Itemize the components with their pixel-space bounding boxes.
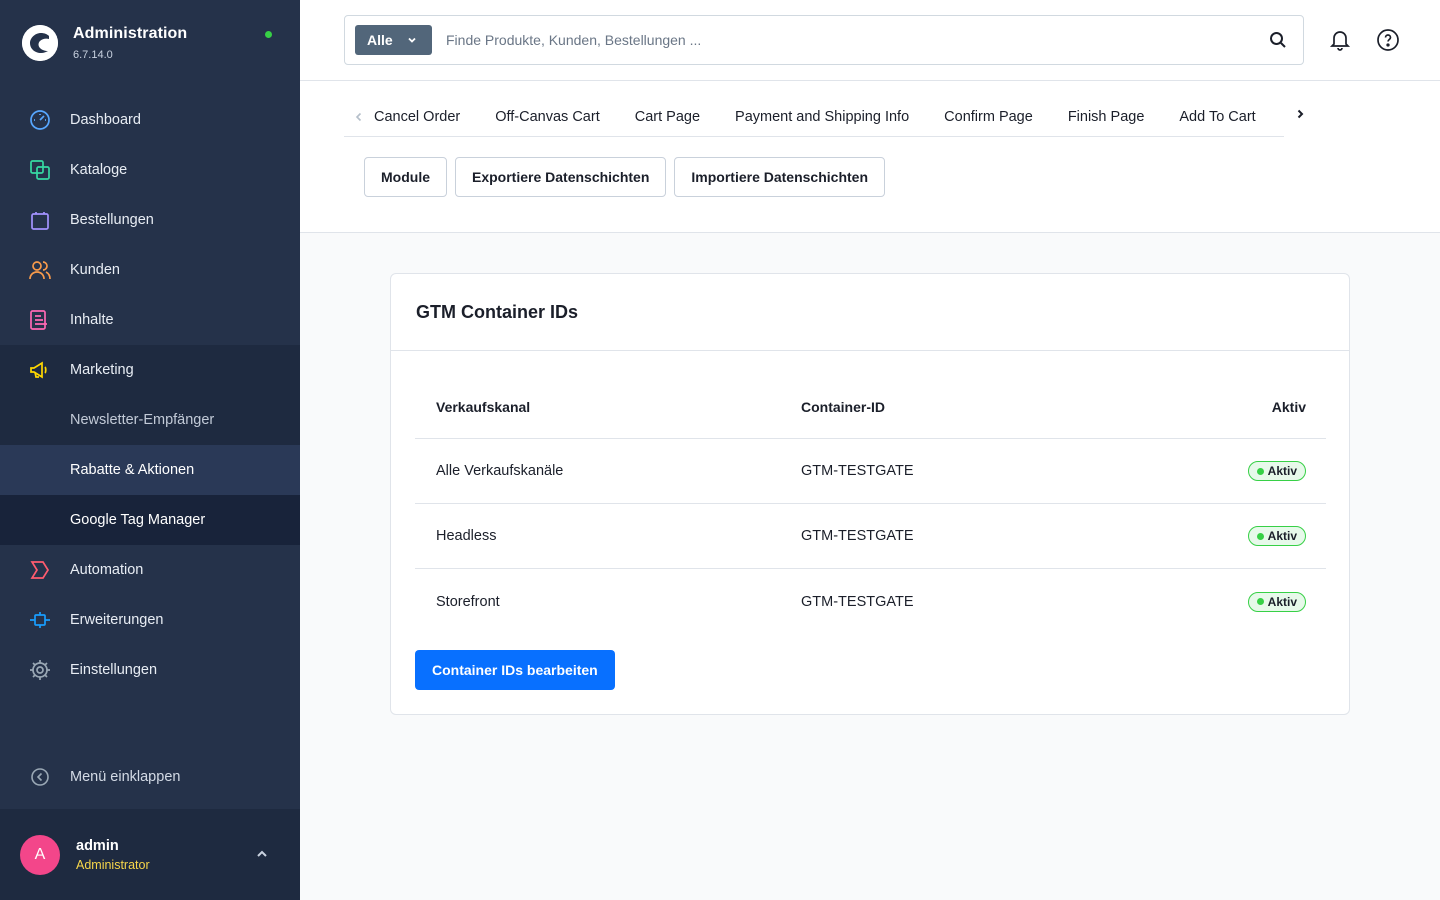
nav-item-kataloge[interactable]: Kataloge xyxy=(0,145,300,195)
megaphone-icon xyxy=(28,358,52,382)
shopping-bag-icon xyxy=(28,208,52,232)
nav-sub-rabatte[interactable]: Rabatte & Aktionen xyxy=(0,445,300,495)
table-header: Verkaufskanal Container-ID Aktiv xyxy=(415,375,1326,439)
card-title: GTM Container IDs xyxy=(391,274,1349,351)
tab-cart-page[interactable]: Cart Page xyxy=(635,109,700,125)
tab-off-canvas-cart[interactable]: Off-Canvas Cart xyxy=(495,109,600,125)
status-label: Aktiv xyxy=(1267,529,1297,543)
status-label: Aktiv xyxy=(1267,464,1297,478)
chevron-up-icon[interactable] xyxy=(255,847,269,866)
status-badge: Aktiv xyxy=(1247,526,1306,546)
modules-button[interactable]: Module xyxy=(364,157,447,197)
column-header-active: Aktiv xyxy=(1271,398,1306,415)
container-id-cell: GTM-TESTGATE xyxy=(801,593,914,610)
nav-item-kunden[interactable]: Kunden xyxy=(0,245,300,295)
collapse-menu-label: Menü einklappen xyxy=(70,768,181,785)
dashboard-icon xyxy=(28,108,52,132)
nav-label: Inhalte xyxy=(70,312,114,328)
gtm-container-card: GTM Container IDs Verkaufskanal Containe… xyxy=(390,273,1350,715)
search-type-label: Alle xyxy=(367,32,393,48)
action-buttons: Module Exportiere Datenschichten Importi… xyxy=(364,157,893,197)
nav-label: Kunden xyxy=(70,262,120,278)
user-menu[interactable]: A admin Administrator xyxy=(0,809,300,900)
export-datalayers-button[interactable]: Exportiere Datenschichten xyxy=(455,157,667,197)
chevron-right-icon[interactable] xyxy=(1290,108,1310,120)
column-header-container-id: Container-ID xyxy=(801,398,885,415)
nav-label: Marketing xyxy=(70,362,134,378)
nav-label: Kataloge xyxy=(70,162,128,178)
tab-confirm-page[interactable]: Confirm Page xyxy=(944,109,1033,125)
status-dot xyxy=(1256,467,1264,475)
bell-icon[interactable] xyxy=(1328,28,1352,52)
tab-bar: Cancel Order Off-Canvas Cart Cart Page P… xyxy=(344,97,1304,137)
container-id-cell: GTM-TESTGATE xyxy=(801,463,914,479)
sidebar: Administration 6.7.14.0 Dashboard Katalo… xyxy=(0,0,300,900)
plug-icon xyxy=(28,608,52,632)
chevron-down-icon xyxy=(407,35,417,45)
tab-payment-shipping-info[interactable]: Payment and Shipping Info xyxy=(735,109,909,125)
channel-cell: Headless xyxy=(436,528,497,544)
tab-add-to-cart[interactable]: Add To Cart xyxy=(1179,109,1255,125)
table-row: Alle Verkaufskanäle GTM-TESTGATE Aktiv xyxy=(415,439,1326,504)
edit-container-ids-button[interactable]: Container IDs bearbeiten xyxy=(415,650,615,690)
nav-item-automation[interactable]: Automation xyxy=(0,545,300,595)
catalog-icon xyxy=(28,158,52,182)
channel-cell: Storefront xyxy=(436,593,500,610)
nav-label: Einstellungen xyxy=(70,662,158,678)
gear-icon xyxy=(28,658,52,682)
channel-cell: Alle Verkaufskanäle xyxy=(436,463,564,479)
top-bar: Alle xyxy=(300,0,1440,81)
container-table: Verkaufskanal Container-ID Aktiv Alle Ve… xyxy=(415,375,1326,634)
content-icon xyxy=(28,308,52,332)
search-icon[interactable] xyxy=(1269,31,1287,49)
nav-item-bestellungen[interactable]: Bestellungen xyxy=(0,195,300,245)
nav-sub-newsletter[interactable]: Newsletter-Empfänger xyxy=(0,395,300,445)
nav-item-inhalte[interactable]: Inhalte xyxy=(0,295,300,345)
nav-label: Bestellungen xyxy=(70,212,154,228)
nav-sub-google-tag-manager[interactable]: Google Tag Manager xyxy=(0,495,300,545)
nav-item-erweiterungen[interactable]: Erweiterungen xyxy=(0,595,300,645)
brand: Administration 6.7.14.0 xyxy=(0,0,300,85)
app-title: Administration xyxy=(73,24,188,42)
automation-icon xyxy=(28,558,52,582)
import-datalayers-button[interactable]: Importiere Datenschichten xyxy=(674,157,885,197)
shopware-logo-icon[interactable] xyxy=(22,24,58,61)
users-icon xyxy=(28,258,52,282)
status-dot xyxy=(1256,532,1264,540)
page-header: Cancel Order Off-Canvas Cart Cart Page P… xyxy=(300,81,1440,233)
sidebar-scroll-fade xyxy=(28,735,268,743)
nav-item-marketing[interactable]: Marketing xyxy=(0,345,300,395)
chevron-left-circle-icon xyxy=(30,767,50,787)
tab-cancel-order[interactable]: Cancel Order xyxy=(374,109,460,125)
status-indicator xyxy=(265,31,272,38)
chevron-left-icon[interactable] xyxy=(344,111,374,123)
collapse-menu-button[interactable]: Menü einklappen xyxy=(0,751,300,801)
nav-item-dashboard[interactable]: Dashboard xyxy=(0,95,300,145)
search-input[interactable] xyxy=(446,32,1226,48)
tab-finish-page[interactable]: Finish Page xyxy=(1068,109,1145,125)
avatar: A xyxy=(20,834,60,875)
nav-item-einstellungen[interactable]: Einstellungen xyxy=(0,645,300,695)
table-row: Storefront GTM-TESTGATE Aktiv xyxy=(415,569,1326,634)
table-row: Headless GTM-TESTGATE Aktiv xyxy=(415,504,1326,569)
status-label: Aktiv xyxy=(1267,594,1297,609)
global-search: Alle xyxy=(344,15,1304,65)
column-header-channel: Verkaufskanal xyxy=(436,398,531,415)
container-id-cell: GTM-TESTGATE xyxy=(801,528,914,544)
search-type-select[interactable]: Alle xyxy=(355,25,432,55)
app-version: 6.7.14.0 xyxy=(73,48,113,61)
help-icon[interactable] xyxy=(1376,28,1400,52)
main-navigation: Dashboard Kataloge Bestellungen Kunden I… xyxy=(0,95,300,695)
nav-label: Erweiterungen xyxy=(70,612,164,628)
status-badge: Aktiv xyxy=(1247,591,1306,612)
user-role: Administrator xyxy=(76,857,150,872)
status-badge: Aktiv xyxy=(1247,461,1306,481)
nav-label: Dashboard xyxy=(70,112,141,128)
user-name: admin xyxy=(76,837,119,854)
status-dot xyxy=(1256,598,1264,605)
nav-label: Automation xyxy=(70,562,144,578)
